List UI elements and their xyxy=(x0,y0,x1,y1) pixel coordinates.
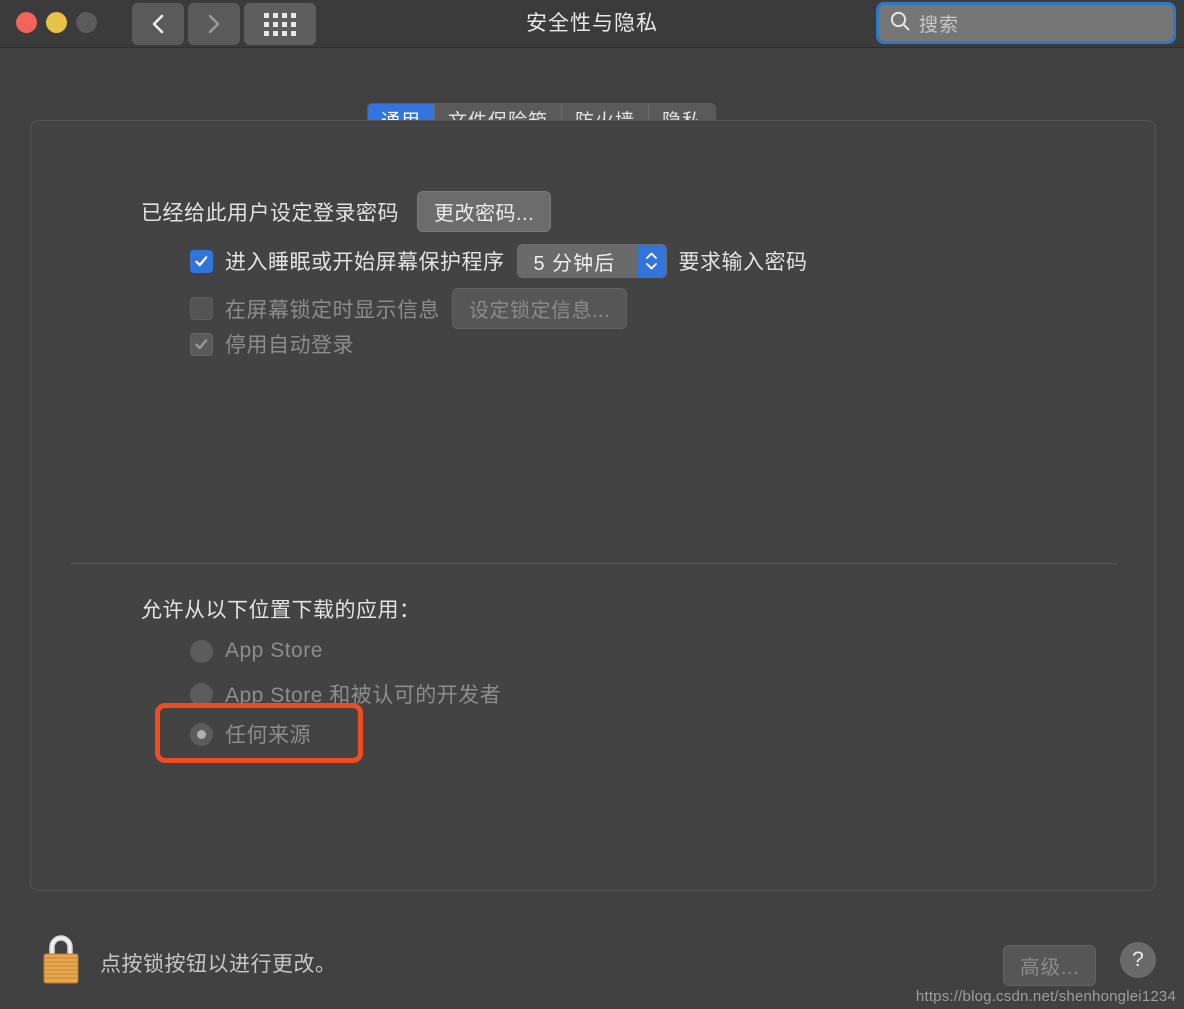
show-lock-message-label: 在屏幕锁定时显示信息 xyxy=(225,298,440,322)
lock-message-row: 在屏幕锁定时显示信息 设定锁定信息... xyxy=(190,288,628,329)
radio-anywhere[interactable] xyxy=(190,722,213,746)
show-lock-message-checkbox[interactable] xyxy=(190,297,213,320)
section-divider xyxy=(71,563,1117,564)
require-password-checkbox[interactable] xyxy=(190,249,213,273)
radio-anywhere-label: 任何来源 xyxy=(225,724,311,747)
require-password-row: 进入睡眠或开始屏幕保护程序 5 分钟后 要求输入密码 xyxy=(190,244,808,278)
radio-row-app-store[interactable]: App Store xyxy=(190,639,323,663)
stepper-arrows-icon[interactable] xyxy=(637,245,666,277)
download-sources-heading-row: 允许从以下位置下载的应用： xyxy=(141,594,421,624)
search-icon xyxy=(889,10,911,37)
login-password-label: 已经给此用户设定登录密码 xyxy=(141,201,399,225)
watermark-text: https://blog.csdn.net/shenhonglei1234 xyxy=(915,988,1176,1005)
set-lock-message-button[interactable]: 设定锁定信息... xyxy=(452,288,628,329)
checkmark-icon xyxy=(195,338,208,349)
disable-auto-login-row: 停用自动登录 xyxy=(190,329,354,359)
radio-app-store[interactable] xyxy=(190,639,213,663)
checkmark-icon xyxy=(195,255,208,266)
window-titlebar: 安全性与隐私 搜索 xyxy=(0,0,1184,48)
require-password-label-after: 要求输入密码 xyxy=(678,251,808,274)
radio-app-store-label: App Store xyxy=(225,639,323,662)
require-password-delay-stepper[interactable]: 5 分钟后 xyxy=(516,244,667,278)
login-password-row: 已经给此用户设定登录密码 更改密码... xyxy=(141,191,552,232)
radio-app-store-identified-label: App Store 和被认可的开发者 xyxy=(225,684,502,707)
search-placeholder: 搜索 xyxy=(919,14,960,36)
advanced-button[interactable]: 高级... xyxy=(1002,945,1096,986)
radio-selected-dot xyxy=(197,729,206,739)
radio-app-store-identified[interactable] xyxy=(190,682,213,706)
search-field-wrapper[interactable]: 搜索 xyxy=(876,2,1176,44)
padlock-closed-icon[interactable] xyxy=(40,932,82,992)
search-input[interactable]: 搜索 xyxy=(879,5,1173,41)
general-settings-panel: 已经给此用户设定登录密码 更改密码... 进入睡眠或开始屏幕保护程序 5 分钟后… xyxy=(30,120,1156,891)
disable-auto-login-checkbox[interactable] xyxy=(190,332,213,356)
lock-hint-text: 点按锁按钮以进行更改。 xyxy=(100,953,337,976)
disable-auto-login-label: 停用自动登录 xyxy=(225,334,354,357)
radio-row-app-store-identified[interactable]: App Store 和被认可的开发者 xyxy=(190,679,501,709)
radio-row-anywhere[interactable]: 任何来源 xyxy=(190,719,311,749)
help-button[interactable]: ? xyxy=(1120,942,1156,978)
change-password-button[interactable]: 更改密码... xyxy=(417,191,552,232)
require-password-label-before: 进入睡眠或开始屏幕保护程序 xyxy=(225,251,505,274)
delay-value: 5 分钟后 xyxy=(517,245,638,277)
download-sources-heading: 允许从以下位置下载的应用： xyxy=(141,599,421,622)
